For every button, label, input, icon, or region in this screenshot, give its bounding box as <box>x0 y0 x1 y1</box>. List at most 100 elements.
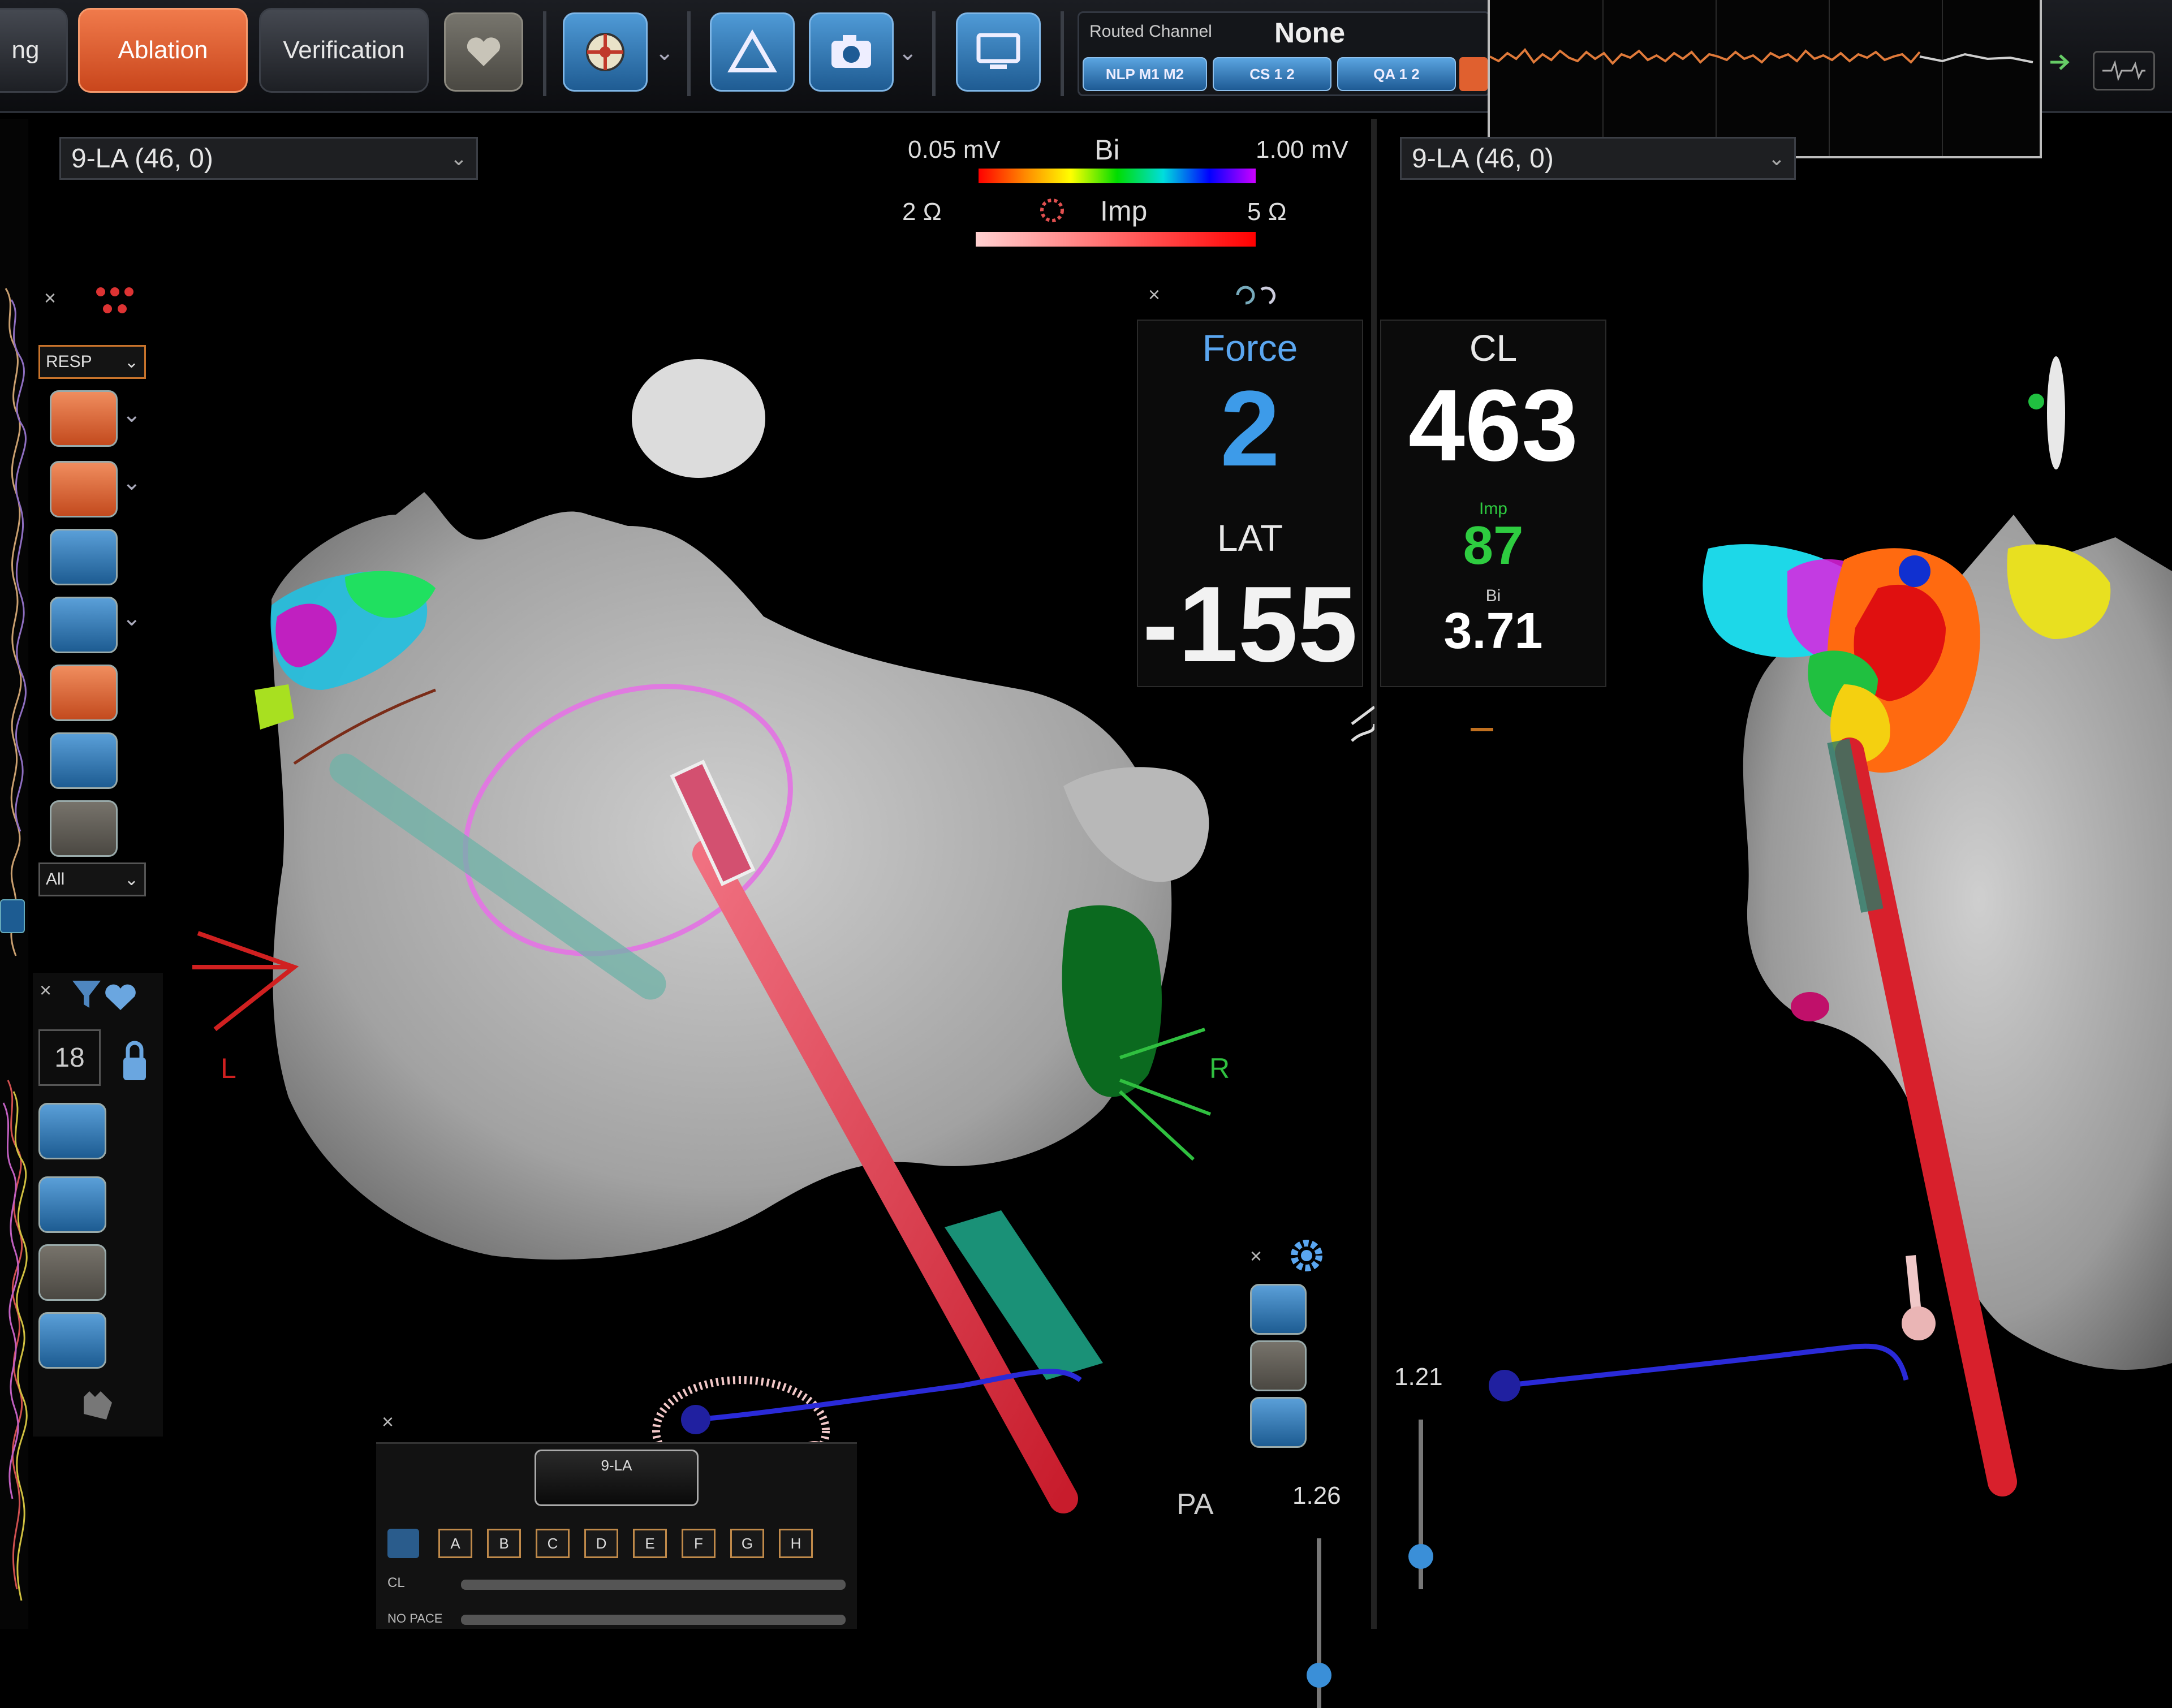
signal-gain-button[interactable] <box>2093 51 2155 90</box>
close-icon[interactable]: × <box>44 286 56 310</box>
map-side-toolbar: × RESP ⌄ ⌄ ⌄ ⌄ All ⌄ <box>33 277 157 899</box>
toolbar-divider <box>687 11 691 96</box>
signal-arrow-icon <box>2048 45 2070 79</box>
slider-1-thumb[interactable] <box>1307 1663 1331 1688</box>
tab-mapping[interactable]: ng <box>0 8 68 93</box>
filter-icon[interactable] <box>387 1529 419 1558</box>
display-button[interactable] <box>956 12 1041 92</box>
mesh-button[interactable] <box>50 732 118 789</box>
reference-probe-tip <box>1902 1306 1936 1340</box>
close-icon[interactable]: × <box>40 978 51 1002</box>
map-letter-button-a[interactable]: A <box>438 1529 472 1558</box>
camera-button[interactable] <box>809 12 894 92</box>
map-letter-button-h[interactable]: H <box>779 1529 813 1558</box>
heart-view-button[interactable] <box>38 1312 106 1369</box>
ablation-site-marker <box>1899 555 1930 587</box>
tag-points-button[interactable] <box>50 390 118 447</box>
counter-box[interactable]: 18 <box>38 1029 101 1086</box>
tab-verification[interactable]: Verification <box>259 8 429 93</box>
blue-catheter-path-right <box>1504 1343 1909 1388</box>
channel-button-label: QA 1 2 <box>1373 65 1420 83</box>
channel-button-cs[interactable]: CS 1 2 <box>1213 57 1331 91</box>
lower-side-toolbar: × 18 <box>33 973 163 1437</box>
map-letter-button-c[interactable]: C <box>536 1529 570 1558</box>
map-tab-label: 9-LA <box>601 1457 632 1474</box>
color-map-button[interactable] <box>50 461 118 517</box>
map-letter-button-b[interactable]: B <box>487 1529 521 1558</box>
orientation-label-r: R <box>1209 1053 1230 1084</box>
map-letter-button-d[interactable]: D <box>584 1529 618 1558</box>
channel-indicator <box>1459 57 1488 91</box>
sphere-marker <box>632 359 765 478</box>
chevron-down-icon[interactable]: ⌄ <box>655 40 674 66</box>
tab-ablation-label: Ablation <box>118 36 208 64</box>
catheter-view-button[interactable] <box>1250 1397 1307 1448</box>
all-select[interactable]: All ⌄ <box>38 862 146 896</box>
chevron-down-icon[interactable]: ⌄ <box>898 40 917 66</box>
chevron-down-icon[interactable]: ⌄ <box>122 605 141 631</box>
projection-button[interactable] <box>50 800 118 857</box>
sheath-marker <box>2047 356 2065 469</box>
toolbar-divider <box>932 11 936 96</box>
pen-tool-icon[interactable] <box>1351 706 1374 742</box>
chevron-down-icon[interactable]: ⌄ <box>122 402 141 428</box>
map-letter-button-g[interactable]: G <box>730 1529 764 1558</box>
target-tool-button[interactable] <box>563 12 648 92</box>
lock-icon[interactable] <box>118 1035 152 1086</box>
anatomy-view-button[interactable] <box>1250 1284 1307 1335</box>
blue-catheter-tip-right <box>1489 1370 1520 1401</box>
magenta-marker <box>1791 992 1829 1021</box>
no-pace-range-bar[interactable] <box>461 1615 846 1625</box>
tab-mapping-label: ng <box>11 36 40 64</box>
slider-2-thumb[interactable] <box>1408 1544 1433 1569</box>
tag-display-button[interactable] <box>50 529 118 585</box>
pills-button[interactable] <box>38 1176 106 1233</box>
resp-select[interactable]: RESP ⌄ <box>38 345 146 379</box>
close-icon[interactable]: × <box>382 1410 394 1434</box>
toolbar-divider <box>543 11 546 96</box>
heart-toggle-button[interactable] <box>444 12 523 92</box>
cl-imp-bi-panel: CL 463 Imp 87 Bi 3.71 <box>1380 320 1606 687</box>
routed-channel-value[interactable]: None <box>1274 16 1345 49</box>
green-marker <box>2028 394 2044 409</box>
chart-view-button[interactable] <box>38 1103 106 1159</box>
channel-button-label: NLP M1 M2 <box>1105 65 1184 83</box>
cl-range-bar[interactable] <box>461 1580 846 1590</box>
gear-icon[interactable] <box>1284 1233 1329 1278</box>
left-atrium-model[interactable] <box>28 119 1374 1629</box>
heart-icon <box>467 37 501 66</box>
channel-button-nlp[interactable]: NLP M1 M2 <box>1083 57 1207 91</box>
map-letter-button-e[interactable]: E <box>633 1529 667 1558</box>
left-3d-viewport[interactable]: 9-LA (46, 0) ⌄ 0.05 mV Bi 1.00 mV 2 Ω Im… <box>28 119 1606 1708</box>
imp-value: 87 <box>1463 515 1524 576</box>
color-grid-button[interactable] <box>50 665 118 721</box>
signal-strip <box>0 119 28 1629</box>
blue-catheter-tip <box>681 1405 710 1434</box>
filter-heart-icon[interactable] <box>67 973 140 1018</box>
cl-label: CL <box>1469 327 1518 369</box>
map-tab-button[interactable]: 9-LA <box>535 1450 699 1506</box>
reference-probe <box>1906 1255 1921 1313</box>
row-label-no-pace: NO PACE <box>387 1611 443 1625</box>
slider-2-value: 1.21 <box>1394 1363 1443 1391</box>
map-controls-panel: × 9-LA ABCDEFGH CL NO PACE <box>376 1410 857 1629</box>
triangle-view-button[interactable] <box>710 12 795 92</box>
channel-button-label: CS 1 2 <box>1249 65 1295 83</box>
chevron-down-icon: ⌄ <box>124 352 139 372</box>
map-letter-button-f[interactable]: F <box>682 1529 716 1558</box>
row-label-cl: CL <box>387 1575 405 1590</box>
camera-icon <box>831 35 871 68</box>
slider-1-value: 1.26 <box>1292 1482 1341 1509</box>
close-icon[interactable]: × <box>1250 1244 1262 1268</box>
grid-points-button[interactable] <box>50 597 118 653</box>
toolbar-divider <box>1061 11 1064 96</box>
points-icon[interactable] <box>89 281 140 326</box>
chevron-down-icon[interactable]: ⌄ <box>122 469 141 495</box>
channel-button-qa[interactable]: QA 1 2 <box>1337 57 1456 91</box>
strip-scroll-handle[interactable] <box>0 899 25 933</box>
tab-ablation[interactable]: Ablation <box>78 8 248 93</box>
hand-icon[interactable] <box>72 1380 123 1425</box>
hand-tool-button[interactable] <box>38 1244 106 1301</box>
routed-channel-panel: Routed Channel None NLP M1 M2 CS 1 2 QA … <box>1078 11 1490 96</box>
heart-shell-button[interactable] <box>1250 1340 1307 1391</box>
